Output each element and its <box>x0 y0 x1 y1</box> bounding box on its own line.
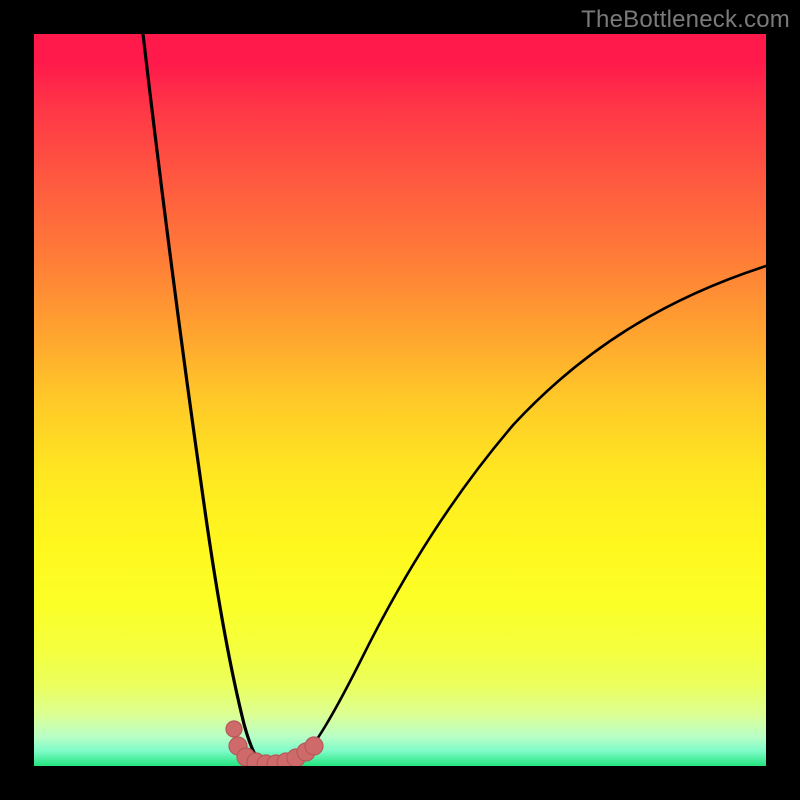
chart-frame: TheBottleneck.com <box>0 0 800 800</box>
plot-area <box>34 34 766 766</box>
watermark-text: TheBottleneck.com <box>581 6 790 34</box>
